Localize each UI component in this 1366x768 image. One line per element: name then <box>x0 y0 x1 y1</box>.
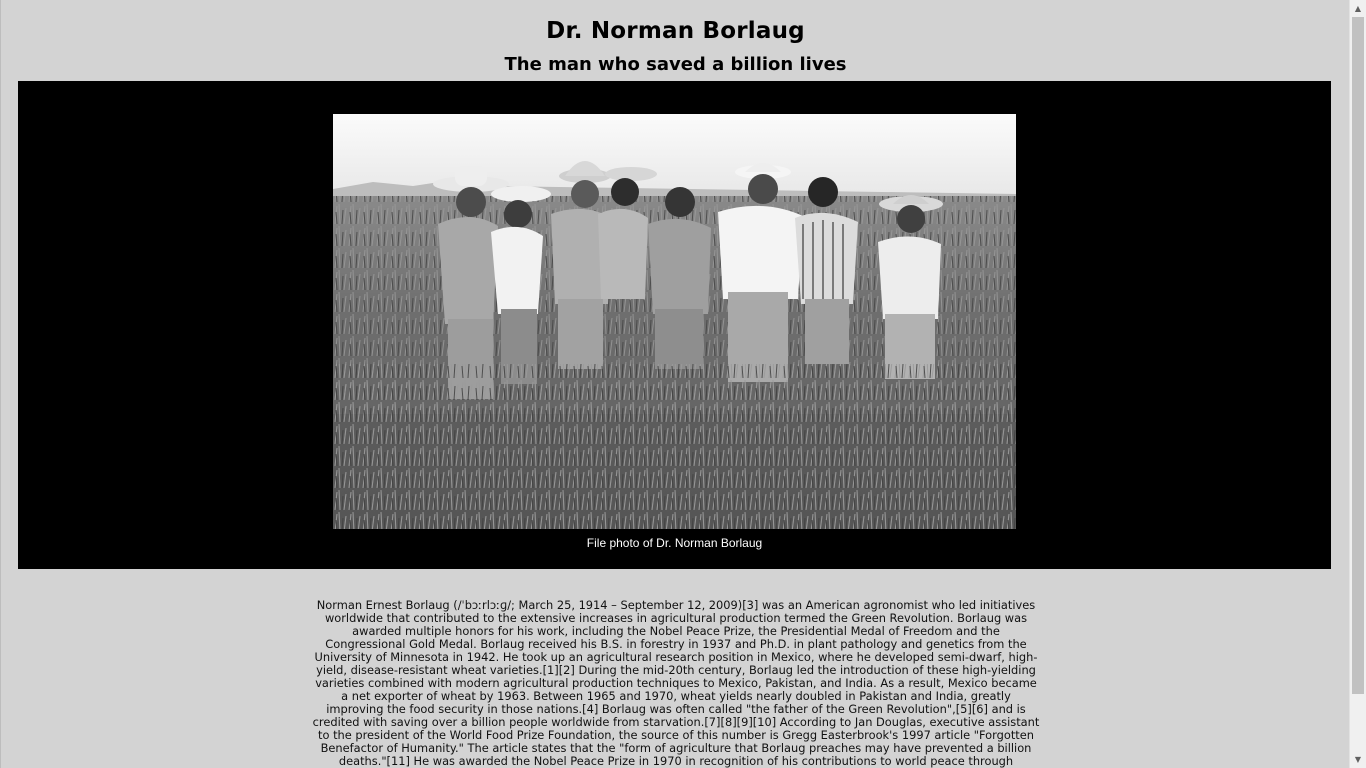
scrollbar-thumb[interactable] <box>1352 17 1364 694</box>
scroll-up-arrow-icon[interactable]: ▲ <box>1350 0 1366 17</box>
photo-caption: File photo of Dr. Norman Borlaug <box>586 536 763 550</box>
borlaug-photo <box>333 114 1016 529</box>
page: Dr. Norman Borlaug The man who saved a b… <box>0 0 1349 768</box>
photo-figure: File photo of Dr. Norman Borlaug <box>18 81 1331 569</box>
vertical-scrollbar[interactable]: ▲ ▼ <box>1349 0 1366 768</box>
article-paragraph: Norman Ernest Borlaug (/ˈbɔːrlɔːɡ/; Marc… <box>312 598 1040 768</box>
article-body: Norman Ernest Borlaug (/ˈbɔːrlɔːɡ/; Marc… <box>311 599 1041 768</box>
page-title: Dr. Norman Borlaug <box>546 18 805 44</box>
scroll-down-arrow-icon[interactable]: ▼ <box>1350 751 1366 768</box>
page-subtitle: The man who saved a billion lives <box>504 54 847 75</box>
